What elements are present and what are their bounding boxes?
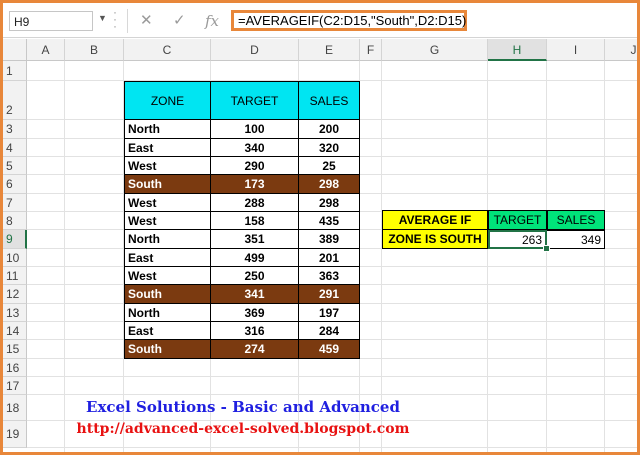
- row-header-13[interactable]: 13: [3, 304, 27, 322]
- row-header-19[interactable]: 19: [3, 421, 27, 448]
- column-header-g[interactable]: G: [382, 39, 488, 61]
- table-cell-target[interactable]: 158: [210, 211, 299, 230]
- gridline-horizontal: [27, 447, 637, 448]
- gridline-vertical: [381, 61, 382, 452]
- table-cell-zone[interactable]: South: [124, 339, 211, 359]
- column-header-d[interactable]: D: [211, 39, 299, 61]
- column-header-h[interactable]: H: [488, 39, 547, 61]
- table-cell-target[interactable]: 316: [210, 321, 299, 340]
- table-cell-zone[interactable]: North: [124, 119, 211, 139]
- gridline-vertical: [546, 61, 547, 452]
- row-header-7[interactable]: 7: [3, 194, 27, 212]
- table-cell-sales[interactable]: 291: [298, 284, 360, 304]
- column-header-b[interactable]: B: [65, 39, 124, 61]
- table-cell-zone[interactable]: East: [124, 321, 211, 340]
- fill-handle[interactable]: [543, 245, 550, 252]
- table-cell-target[interactable]: 340: [210, 138, 299, 157]
- table-cell-zone[interactable]: East: [124, 138, 211, 157]
- table-cell-zone[interactable]: East: [124, 248, 211, 267]
- row-header-5[interactable]: 5: [3, 157, 27, 175]
- table-cell-sales[interactable]: 435: [298, 211, 360, 230]
- gridline-vertical: [487, 61, 488, 452]
- table-cell-zone[interactable]: South: [124, 174, 211, 194]
- gridline-horizontal: [27, 394, 637, 395]
- row-header-14[interactable]: 14: [3, 322, 27, 340]
- row-header-15[interactable]: 15: [3, 340, 27, 359]
- summary-label-line1[interactable]: AVERAGE IF: [382, 210, 488, 230]
- summary-sales-value[interactable]: 349: [547, 230, 605, 249]
- footer-title: Excel Solutions - Basic and Advanced: [86, 398, 400, 416]
- gridline-horizontal: [27, 376, 637, 377]
- column-header-i[interactable]: I: [547, 39, 605, 61]
- table-cell-target[interactable]: 290: [210, 156, 299, 175]
- table-cell-sales[interactable]: 459: [298, 339, 360, 359]
- name-box[interactable]: H9: [9, 11, 93, 31]
- insert-function-icon[interactable]: fx: [205, 11, 219, 31]
- row-header-4[interactable]: 4: [3, 139, 27, 157]
- summary-target-value[interactable]: 263: [488, 230, 547, 249]
- row-header-17[interactable]: 17: [3, 377, 27, 395]
- table-cell-zone[interactable]: West: [124, 211, 211, 230]
- table-cell-target[interactable]: 100: [210, 119, 299, 139]
- formula-bar: H9 ▼ · · · ✕ ✓ fx =AVERAGEIF(C2:D15,"South…: [3, 3, 637, 38]
- table-cell-sales[interactable]: 389: [298, 229, 360, 249]
- table-cell-sales[interactable]: 298: [298, 174, 360, 194]
- gridline-vertical: [64, 61, 65, 452]
- table-cell-target[interactable]: 369: [210, 303, 299, 322]
- gridline-vertical: [604, 61, 605, 452]
- cancel-icon[interactable]: ✕: [140, 11, 153, 31]
- table-cell-sales[interactable]: 284: [298, 321, 360, 340]
- drag-handle-icon[interactable]: · · ·: [113, 6, 118, 32]
- summary-label-line2[interactable]: ZONE IS SOUTH: [382, 230, 488, 249]
- table-cell-sales[interactable]: 363: [298, 266, 360, 285]
- row-header-1[interactable]: 1: [3, 61, 27, 81]
- select-all-corner[interactable]: [3, 39, 27, 61]
- row-header-10[interactable]: 10: [3, 249, 27, 267]
- row-header-2[interactable]: 2: [3, 81, 27, 120]
- column-header-f[interactable]: F: [360, 39, 382, 61]
- table-cell-zone[interactable]: West: [124, 156, 211, 175]
- table-cell-target[interactable]: 351: [210, 229, 299, 249]
- column-header-j[interactable]: J: [605, 39, 637, 61]
- table-cell-zone[interactable]: West: [124, 266, 211, 285]
- summary-target-header[interactable]: TARGET: [488, 210, 547, 230]
- table-cell-target[interactable]: 274: [210, 339, 299, 359]
- summary-sales-header[interactable]: SALES: [547, 210, 605, 230]
- formula-input[interactable]: =AVERAGEIF(C2:D15,"South",D2:D15): [231, 10, 467, 31]
- table-cell-zone[interactable]: North: [124, 229, 211, 249]
- row-header-16[interactable]: 16: [3, 359, 27, 377]
- row-header-3[interactable]: 3: [3, 120, 27, 139]
- table-cell-target[interactable]: 250: [210, 266, 299, 285]
- row-header-12[interactable]: 12: [3, 285, 27, 304]
- table-cell-target[interactable]: 288: [210, 193, 299, 212]
- table-cell-sales[interactable]: 25: [298, 156, 360, 175]
- row-header-6[interactable]: 6: [3, 175, 27, 194]
- table-cell-target[interactable]: 341: [210, 284, 299, 304]
- row-header-18[interactable]: 18: [3, 395, 27, 421]
- table-cell-target[interactable]: 173: [210, 174, 299, 194]
- table-cell-target[interactable]: 499: [210, 248, 299, 267]
- row-header-11[interactable]: 11: [3, 267, 27, 285]
- enter-icon[interactable]: ✓: [173, 11, 186, 31]
- table-cell-zone[interactable]: South: [124, 284, 211, 304]
- column-header-e[interactable]: E: [299, 39, 360, 61]
- formula-bar-divider: [127, 9, 128, 33]
- name-box-dropdown-icon[interactable]: ▼: [98, 13, 107, 23]
- table-cell-zone[interactable]: North: [124, 303, 211, 322]
- column-header-a[interactable]: A: [27, 39, 65, 61]
- row-header-9[interactable]: 9: [3, 230, 27, 249]
- screenshot-frame: H9 ▼ · · · ✕ ✓ fx =AVERAGEIF(C2:D15,"South…: [0, 0, 640, 455]
- table-cell-sales[interactable]: 320: [298, 138, 360, 157]
- row-header-8[interactable]: 8: [3, 212, 27, 230]
- column-header-c[interactable]: C: [124, 39, 211, 61]
- footer-url[interactable]: http://advanced-excel-solved.blogspot.co…: [63, 421, 423, 437]
- table-header-target[interactable]: TARGET: [210, 81, 299, 121]
- table-cell-sales[interactable]: 200: [298, 119, 360, 139]
- table-cell-sales[interactable]: 201: [298, 248, 360, 267]
- table-cell-sales[interactable]: 298: [298, 193, 360, 212]
- table-cell-sales[interactable]: 197: [298, 303, 360, 322]
- table-header-sales[interactable]: SALES: [298, 81, 360, 121]
- table-cell-zone[interactable]: West: [124, 193, 211, 212]
- table-header-zone[interactable]: ZONE: [124, 81, 211, 121]
